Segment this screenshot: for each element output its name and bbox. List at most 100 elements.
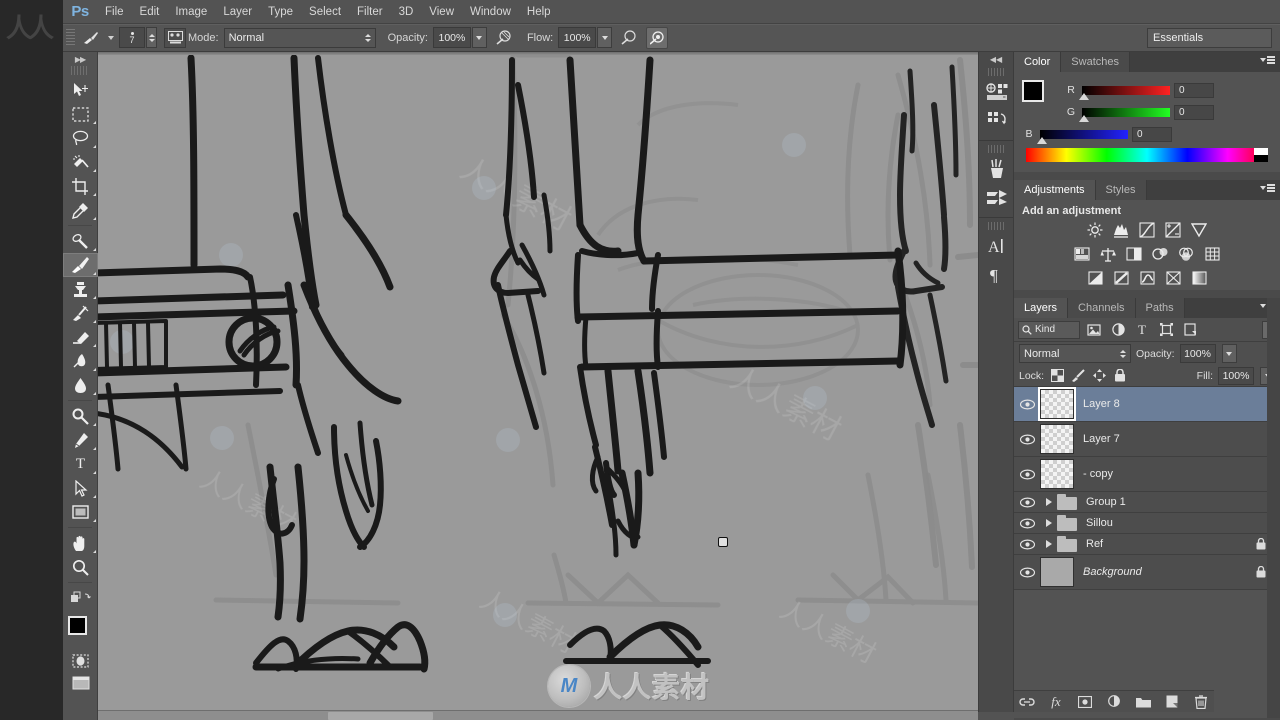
posterize-icon[interactable] — [1112, 269, 1130, 287]
lock-position-icon[interactable] — [1091, 368, 1107, 384]
tab-layers[interactable]: Layers — [1014, 298, 1069, 318]
red-slider-track[interactable] — [1079, 85, 1170, 100]
levels-icon[interactable] — [1112, 221, 1130, 239]
layer-visibility-toggle[interactable] — [1014, 513, 1040, 534]
color-panel-foreground-swatch[interactable] — [1022, 80, 1044, 102]
layer-fill-input[interactable]: 100% — [1218, 366, 1254, 385]
blue-slider-track[interactable] — [1037, 129, 1128, 144]
workspace-selector[interactable]: Essentials — [1147, 28, 1272, 48]
layer-visibility-toggle[interactable] — [1014, 387, 1040, 422]
opacity-input[interactable]: 100% — [432, 27, 471, 48]
filter-pixel-layers-icon[interactable] — [1084, 321, 1104, 339]
scrollbar-thumb[interactable] — [328, 712, 433, 720]
table-row[interactable]: - copy — [1014, 457, 1280, 492]
dock-grip[interactable] — [988, 68, 1004, 76]
layer-name[interactable]: - copy — [1083, 468, 1113, 480]
airbrush-toggle-icon[interactable] — [646, 26, 669, 49]
history-icon[interactable] — [979, 106, 1015, 134]
curves-icon[interactable] — [1138, 221, 1156, 239]
toolbar-grip[interactable] — [71, 66, 89, 75]
zoom-tool[interactable] — [63, 555, 98, 579]
quick-mask-button[interactable] — [63, 650, 98, 672]
gradient-tool[interactable] — [63, 349, 98, 373]
layer-thumbnail[interactable] — [1040, 389, 1074, 419]
brush-presets-icon[interactable] — [979, 155, 1015, 183]
selective-color-icon[interactable] — [1164, 269, 1182, 287]
lock-transparent-pixels-icon[interactable] — [1049, 368, 1065, 384]
layer-opacity-dropdown[interactable] — [1221, 344, 1237, 363]
filter-shape-layers-icon[interactable] — [1156, 321, 1176, 339]
layer-name[interactable]: Ref — [1086, 538, 1103, 550]
layer-name[interactable]: Layer 7 — [1083, 433, 1120, 445]
dock-expand-button[interactable]: ◀◀ — [979, 52, 1013, 66]
table-row[interactable]: Layer 7 — [1014, 422, 1280, 457]
dock-grip[interactable] — [988, 222, 1004, 230]
layer-visibility-toggle[interactable] — [1014, 422, 1040, 457]
color-balance-icon[interactable] — [1099, 245, 1117, 263]
layer-visibility-toggle[interactable] — [1014, 492, 1040, 513]
table-row[interactable]: Layer 8 — [1014, 387, 1280, 422]
lock-all-icon[interactable] — [1112, 368, 1128, 384]
filter-adjustment-layers-icon[interactable] — [1108, 321, 1128, 339]
invert-icon[interactable] — [1086, 269, 1104, 287]
character-icon[interactable]: A — [979, 232, 1015, 260]
blur-tool[interactable] — [63, 373, 98, 397]
menu-edit[interactable]: Edit — [132, 0, 168, 24]
exposure-icon[interactable] — [1164, 221, 1182, 239]
blend-mode-select[interactable]: Normal — [223, 27, 376, 48]
layer-thumbnail[interactable] — [1040, 459, 1074, 489]
tab-channels[interactable]: Channels — [1068, 298, 1136, 318]
pen-tool[interactable] — [63, 428, 98, 452]
add-mask-icon[interactable] — [1077, 694, 1093, 710]
flow-dropdown-button[interactable] — [597, 27, 613, 48]
path-selection-tool[interactable] — [63, 476, 98, 500]
filter-smart-objects-icon[interactable] — [1180, 321, 1200, 339]
layer-visibility-toggle[interactable] — [1014, 534, 1040, 555]
green-value[interactable]: 0 — [1174, 104, 1214, 120]
opacity-pressure-toggle-icon[interactable] — [493, 27, 515, 49]
group-expand-chevron-icon[interactable] — [1046, 540, 1052, 548]
brush-tool[interactable] — [63, 253, 98, 277]
layer-thumbnail[interactable] — [1040, 557, 1074, 587]
color-spectrum-ramp[interactable] — [1026, 148, 1268, 162]
red-value[interactable]: 0 — [1174, 82, 1214, 98]
tool-presets-icon[interactable] — [979, 183, 1015, 211]
dock-grip[interactable] — [988, 145, 1004, 153]
brush-size-stepper[interactable] — [146, 27, 157, 48]
layer-filter-kind-select[interactable]: Kind — [1018, 320, 1080, 339]
layer-name[interactable]: Group 1 — [1086, 496, 1126, 508]
layer-style-fx-icon[interactable]: fx — [1048, 694, 1064, 710]
delete-layer-icon[interactable] — [1193, 694, 1209, 710]
blue-value[interactable]: 0 — [1132, 126, 1172, 142]
color-panel-swatches[interactable] — [1022, 80, 1056, 112]
edit-toolbar-button[interactable] — [63, 586, 98, 610]
new-group-icon[interactable] — [1135, 694, 1151, 710]
paragraph-icon[interactable]: ¶ — [979, 260, 1015, 288]
layer-name[interactable]: Background — [1083, 566, 1142, 578]
menu-type[interactable]: Type — [260, 0, 301, 24]
flow-input[interactable]: 100% — [558, 27, 597, 48]
green-slider-track[interactable] — [1079, 107, 1170, 122]
table-row[interactable]: Sillou — [1014, 513, 1280, 534]
brush-preset-chevron-down-icon[interactable] — [108, 35, 114, 40]
color-panel-menu-button[interactable] — [1260, 56, 1275, 64]
mini-bridge-icon[interactable] — [979, 78, 1015, 106]
rectangle-tool[interactable] — [63, 500, 98, 524]
eraser-tool[interactable] — [63, 325, 98, 349]
canvas-horizontal-scrollbar[interactable] — [98, 710, 978, 720]
menu-view[interactable]: View — [421, 0, 462, 24]
layer-visibility-toggle[interactable] — [1014, 555, 1040, 590]
blue-slider-thumb[interactable] — [1037, 136, 1047, 144]
eyedropper-tool[interactable] — [63, 198, 98, 222]
tablet-pressure-toggle[interactable] — [164, 27, 186, 48]
type-tool[interactable]: T — [63, 452, 98, 476]
hue-saturation-icon[interactable] — [1073, 245, 1091, 263]
layer-name[interactable]: Layer 8 — [1083, 398, 1120, 410]
options-bar-grip[interactable] — [66, 28, 75, 47]
tab-color[interactable]: Color — [1014, 52, 1062, 72]
adjustments-panel-menu-button[interactable] — [1260, 184, 1275, 192]
menu-window[interactable]: Window — [462, 0, 519, 24]
healing-brush-tool[interactable] — [63, 229, 98, 253]
flow-pressure-toggle-icon[interactable] — [618, 27, 640, 49]
clone-stamp-tool[interactable] — [63, 277, 98, 301]
